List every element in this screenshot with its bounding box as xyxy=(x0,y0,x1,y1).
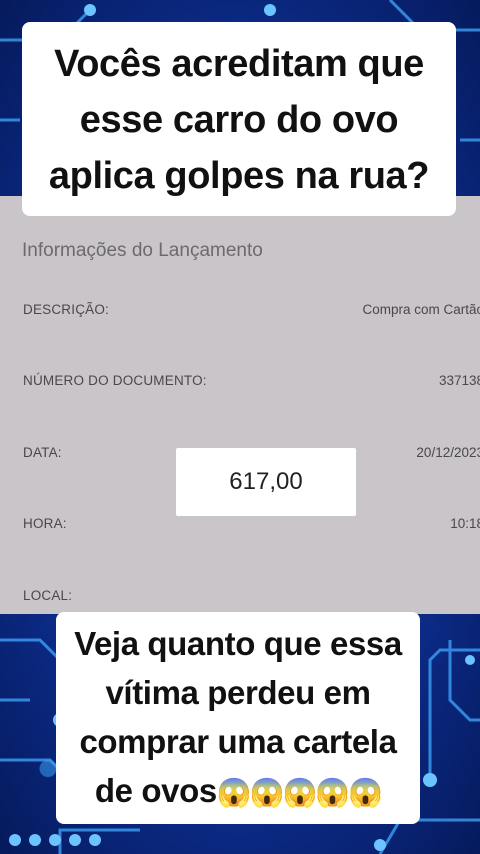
bottom-caption: Veja quanto que essa vítima perdeu em co… xyxy=(56,612,420,824)
row-label-local: LOCAL: xyxy=(23,588,73,603)
bottom-caption-line-1: Veja quanto que essa xyxy=(74,625,402,662)
row-label-descricao: DESCRIÇÃO: xyxy=(23,302,110,317)
amount-overlay: 617,00 xyxy=(176,448,356,516)
bottom-caption-line-4: de ovos😱😱😱😱😱 xyxy=(56,766,420,817)
row-value-hora: 10:18 xyxy=(450,516,480,531)
top-caption: Vocês acreditam que esse carro do ovo ap… xyxy=(22,22,456,216)
row-label-hora: HORA: xyxy=(23,516,67,531)
top-caption-line-2: esse carro do ovo xyxy=(79,99,399,141)
top-caption-line-3: aplica golpes na rua? xyxy=(48,155,430,197)
row-value-descricao: Compra com Cartão xyxy=(362,302,480,317)
bottom-caption-line-2: vítima perdeu em xyxy=(105,674,371,711)
row-value-data: 20/12/2023 xyxy=(416,445,480,460)
transaction-details-panel: Informações do Lançamento DESCRIÇÃO: Com… xyxy=(0,196,480,614)
bottom-caption-line-4-text: de ovos xyxy=(94,772,217,809)
row-label-numero-documento: NÚMERO DO DOCUMENTO: xyxy=(23,373,207,388)
row-label-data: DATA: xyxy=(23,445,62,460)
panel-heading: Informações do Lançamento xyxy=(22,240,263,261)
top-caption-line-1: Vocês acreditam que xyxy=(54,43,424,85)
bottom-caption-line-3: comprar uma cartela xyxy=(79,723,397,760)
screaming-face-emojis: 😱😱😱😱😱 xyxy=(216,777,383,808)
amount-value: 617,00 xyxy=(229,468,303,495)
row-value-numero-documento: 337138 xyxy=(438,373,480,388)
